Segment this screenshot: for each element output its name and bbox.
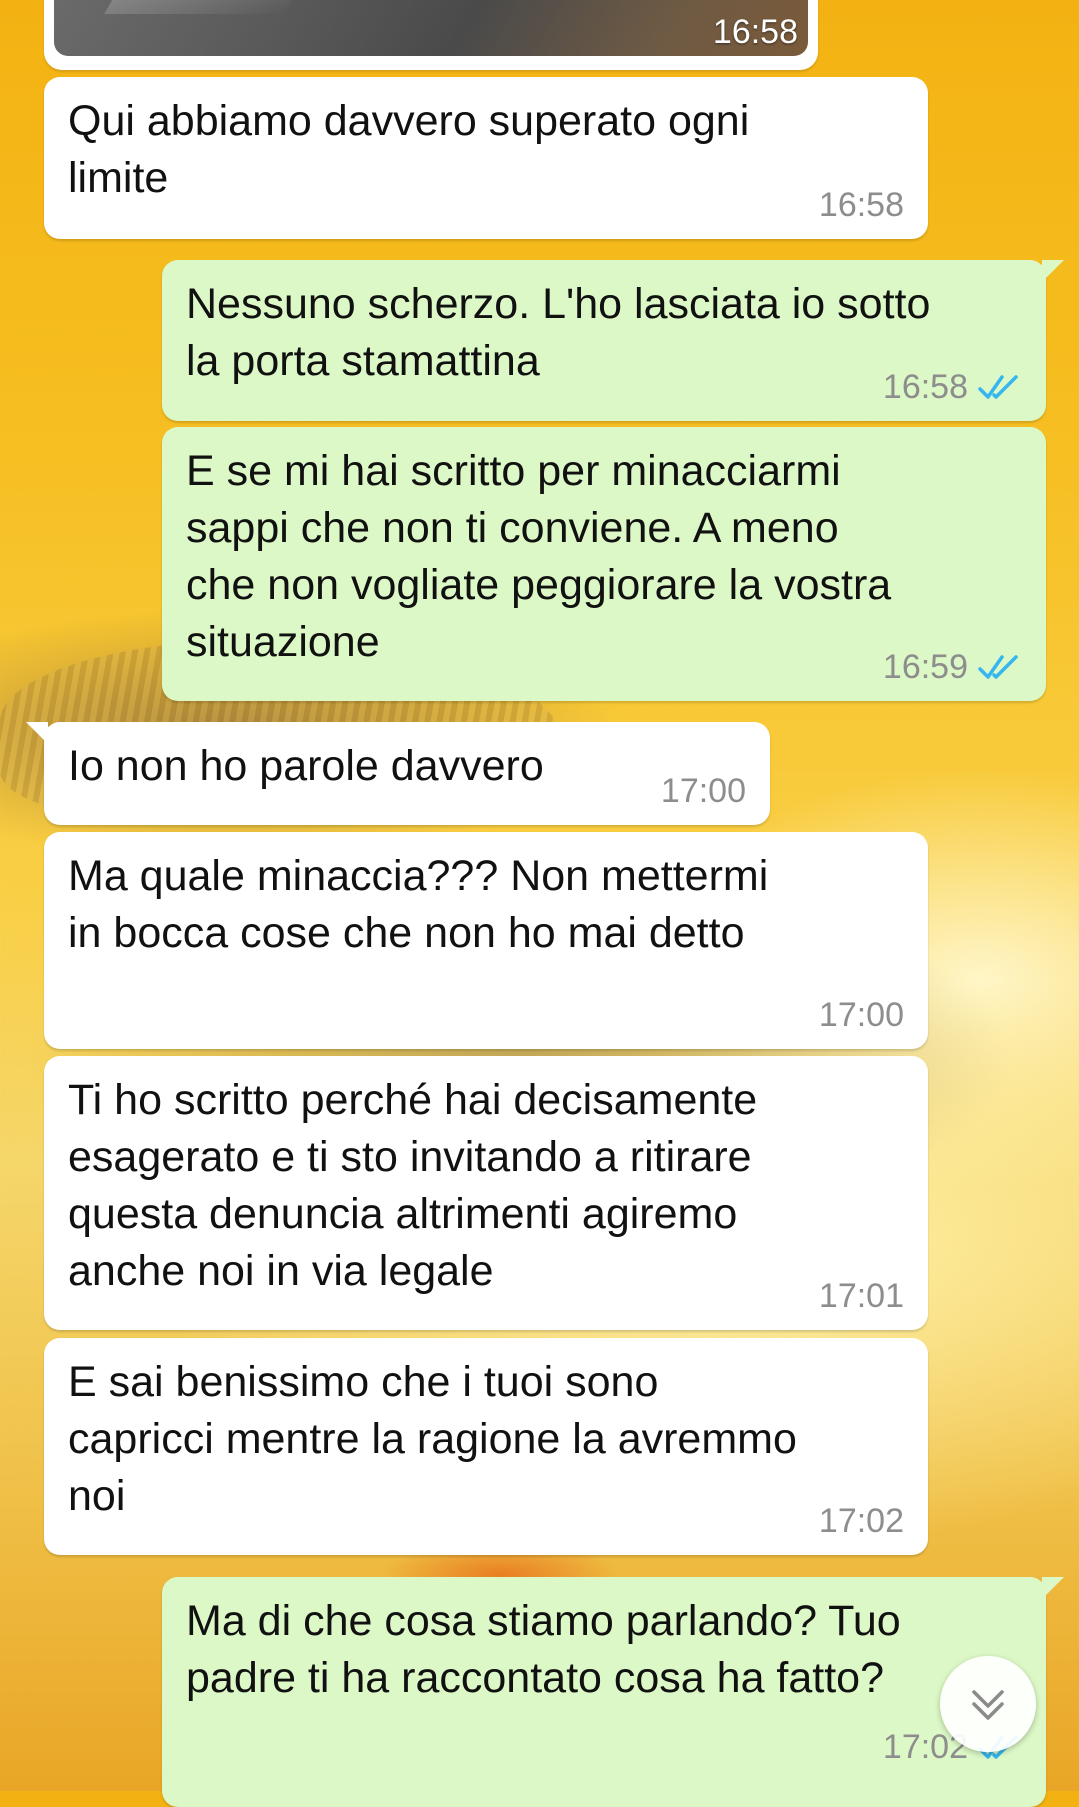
outgoing-message[interactable]: Nessuno scherzo. L'ho lasciata io sotto … bbox=[162, 260, 1064, 421]
message-time: 17:00 bbox=[660, 772, 746, 810]
message-time: 16:58 bbox=[712, 13, 798, 51]
message-text: Ti ho scritto perché hai decisamente esa… bbox=[68, 1076, 758, 1295]
double-check-icon bbox=[978, 375, 1018, 399]
message-time: 17:01 bbox=[818, 1277, 904, 1315]
outgoing-message[interactable]: E se mi hai scritto per minacciarmi sapp… bbox=[162, 427, 1046, 701]
message-time: 16:58 bbox=[818, 186, 904, 224]
image-message[interactable]: 16:58 bbox=[44, 0, 818, 70]
chevron-double-down-icon bbox=[972, 1690, 1004, 1720]
message-time: 16:58 bbox=[882, 368, 968, 406]
message-text: Qui abbiamo davvero superato ogni limite bbox=[68, 97, 750, 202]
incoming-message[interactable]: Ti ho scritto perché hai decisamente esa… bbox=[44, 1056, 928, 1330]
image-thumbnail[interactable] bbox=[54, 0, 808, 56]
message-text: Ma quale minaccia??? Non mettermi in boc… bbox=[68, 852, 769, 957]
message-time: 17:02 bbox=[818, 1502, 904, 1540]
message-text: E sai benissimo che i tuoi sono capricci… bbox=[68, 1358, 797, 1520]
incoming-message[interactable]: Qui abbiamo davvero superato ogni limite… bbox=[44, 77, 928, 239]
incoming-message[interactable]: Ma quale minaccia??? Non mettermi in boc… bbox=[44, 832, 928, 1049]
message-text: E se mi hai scritto per minacciarmi sapp… bbox=[186, 447, 892, 666]
message-time: 17:00 bbox=[818, 996, 904, 1034]
incoming-message[interactable]: Io non ho parole davvero 17:00 bbox=[26, 722, 770, 825]
incoming-message[interactable]: E sai benissimo che i tuoi sono capricci… bbox=[44, 1338, 928, 1555]
double-check-icon bbox=[978, 655, 1018, 679]
message-text: Ma di che cosa stiamo parlando? Tuo padr… bbox=[186, 1597, 901, 1702]
scroll-to-bottom-button[interactable] bbox=[940, 1656, 1036, 1752]
message-text: Io non ho parole davvero bbox=[68, 742, 544, 790]
message-time: 16:59 bbox=[882, 648, 968, 686]
outgoing-message[interactable]: Ma di che cosa stiamo parlando? Tuo padr… bbox=[162, 1577, 1064, 1807]
